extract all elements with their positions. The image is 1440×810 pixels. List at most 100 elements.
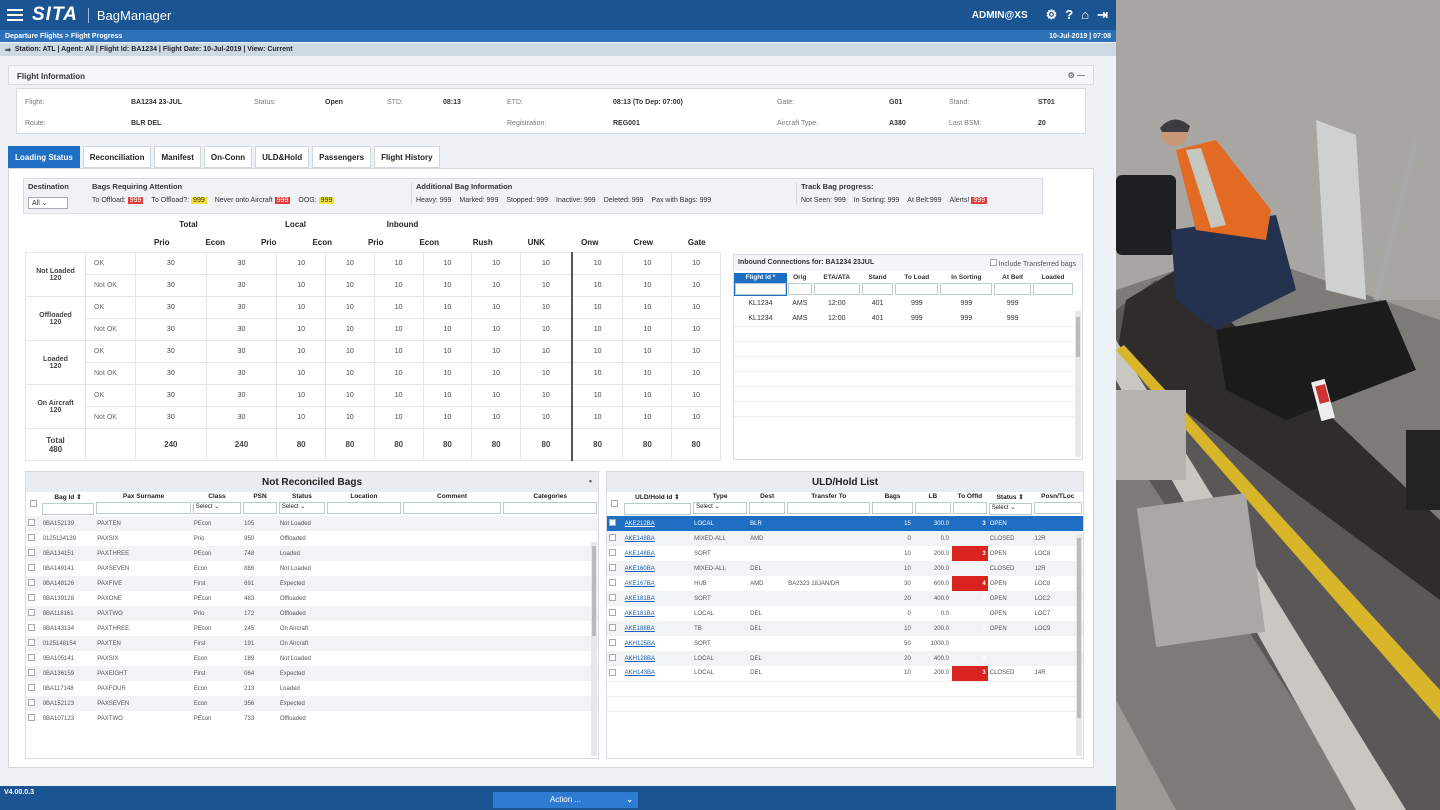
grid-cell[interactable]: 30 [205, 318, 278, 341]
grid-cell[interactable]: 10 [373, 252, 424, 275]
grid-cell[interactable]: 30 [135, 274, 207, 297]
track-alert[interactable]: Alerts! 999 [950, 197, 988, 204]
filter-input[interactable] [872, 502, 913, 514]
table-row[interactable]: 0BA134151 PAXTHREE PEcon 748 Loaded [26, 546, 598, 561]
filter-select[interactable]: Select ⌄ [988, 503, 1032, 515]
grid-cell[interactable]: 10 [373, 340, 424, 363]
grid-cell[interactable]: 10 [570, 274, 624, 297]
grid-cell[interactable]: 10 [471, 296, 522, 319]
uld-cell[interactable]: AKH143BA [623, 666, 692, 681]
table-row[interactable]: 0BA118161 PAXTWO Prio 172 Offloaded [26, 606, 598, 621]
filter-input[interactable] [327, 502, 401, 514]
uld-column-header[interactable]: Bags [871, 492, 914, 516]
nr-column-header[interactable]: Location [326, 492, 402, 516]
row-checkbox[interactable] [609, 534, 616, 541]
attention-item[interactable]: To Offload?: 999 [151, 197, 207, 204]
grid-cell[interactable]: 10 [520, 296, 573, 319]
grid-cell[interactable]: 30 [205, 274, 278, 297]
grid-cell[interactable]: 10 [471, 362, 522, 385]
grid-cell[interactable]: 10 [422, 384, 473, 407]
attention-item[interactable]: Never onto Aircraft 999 [215, 197, 291, 204]
table-row[interactable]: KL1234 AMS 12:00 401 999 999 999 [734, 296, 1074, 311]
grid-cell[interactable]: 10 [671, 340, 721, 363]
grid-cell[interactable]: 10 [570, 318, 624, 341]
table-row[interactable]: AKE148BA SORT 10 200.0 3 OPEN LOC8 [607, 546, 1083, 561]
table-row[interactable]: 0BA143134 PAXTHREE PEcon 245 On Aircraft [26, 621, 598, 636]
grid-cell[interactable]: 10 [671, 252, 721, 275]
row-checkbox[interactable] [28, 669, 35, 676]
grid-cell[interactable]: 10 [471, 406, 522, 429]
table-row[interactable]: 0BA107123 PAXTWO PEcon 733 Offloaded [26, 711, 598, 726]
uld-id-link[interactable]: AKE188BA [625, 626, 655, 632]
grid-cell[interactable]: 10 [325, 406, 375, 429]
grid-cell[interactable]: 10 [520, 340, 573, 363]
row-checkbox[interactable] [28, 654, 35, 661]
context-arrow-icon[interactable]: ⇒ [5, 46, 11, 54]
grid-cell[interactable]: 10 [622, 384, 673, 407]
uld-id-link[interactable]: AKE148BA [625, 551, 655, 557]
table-row[interactable]: AKE212BA LOCAL BLR 15 300.0 3 OPEN [607, 516, 1083, 531]
grid-cell[interactable]: 10 [373, 384, 424, 407]
inbound-column-header[interactable]: ETA/ATA [813, 273, 861, 296]
filter-input[interactable] [895, 283, 939, 295]
table-row[interactable]: 0BA139128 PAXONE PEcon 483 Offloaded [26, 591, 598, 606]
grid-cell[interactable]: 10 [520, 274, 573, 297]
table-row[interactable]: AKE148BA MIXED-ALL AMD 0 0.0 CLOSED 12R [607, 531, 1083, 546]
grid-cell[interactable]: 10 [422, 340, 473, 363]
filter-select[interactable]: Select ⌄ [278, 502, 326, 514]
grid-cell[interactable]: 10 [422, 362, 473, 385]
table-row[interactable]: 0BA148126 PAXFIVE First 691 Expected [26, 576, 598, 591]
filter-input[interactable] [914, 502, 951, 514]
uld-column-header[interactable]: Type Select ⌄ [692, 492, 748, 516]
uld-id-link[interactable]: AKE181BA [625, 596, 655, 602]
include-transferred-checkbox[interactable]: Include Transferred bags [989, 259, 1076, 268]
filter-input[interactable] [787, 502, 871, 514]
grid-cell[interactable]: 10 [622, 296, 673, 319]
select-all-checkbox[interactable] [29, 500, 37, 507]
grid-cell[interactable]: 10 [622, 274, 673, 297]
grid-cell[interactable]: 10 [325, 362, 375, 385]
grid-cell[interactable]: 10 [471, 274, 522, 297]
menu-icon[interactable] [0, 0, 30, 30]
track-item[interactable]: Not Seen: 999 [801, 197, 846, 204]
grid-cell[interactable]: 10 [325, 296, 375, 319]
filter-input[interactable] [402, 502, 502, 514]
filter-select[interactable]: Select ⌄ [192, 502, 242, 514]
filter-input[interactable] [1033, 502, 1082, 514]
grid-cell[interactable]: 10 [276, 384, 327, 407]
not-reconciled-scrollbar[interactable] [591, 542, 597, 756]
filter-input[interactable] [861, 283, 894, 295]
destination-select[interactable]: All ⌄ [28, 197, 68, 209]
grid-cell[interactable]: 10 [471, 318, 522, 341]
inbound-column-header[interactable]: Loaded [1032, 273, 1074, 296]
table-row[interactable]: AKH143BA LOCAL DEL 10 200.0 3 CLOSED 14R [607, 666, 1083, 681]
table-row[interactable]: 0BA117148 PAXFOUR Econ 213 Loaded [26, 681, 598, 696]
row-checkbox[interactable] [28, 639, 35, 646]
filter-input[interactable] [1032, 283, 1073, 295]
filter-input[interactable] [813, 283, 860, 295]
panel-menu-icon[interactable]: • [589, 476, 592, 486]
grid-cell[interactable]: 10 [520, 406, 573, 429]
filter-input[interactable] [952, 502, 987, 514]
grid-cell[interactable]: 10 [570, 252, 624, 275]
grid-cell[interactable]: 30 [135, 252, 207, 275]
table-row[interactable]: AKE188BA TB DEL 10 200.0 3 OPEN LOC9 [607, 621, 1083, 636]
grid-cell[interactable]: 10 [325, 274, 375, 297]
grid-cell[interactable]: 10 [671, 296, 721, 319]
grid-cell[interactable]: 10 [276, 318, 327, 341]
uld-cell[interactable]: AKE148BA [623, 546, 692, 561]
grid-cell[interactable]: 30 [135, 318, 207, 341]
filter-select[interactable]: Select ⌄ [693, 502, 748, 514]
grid-cell[interactable]: 10 [520, 252, 573, 275]
attention-item[interactable]: To Offload: 999 [92, 197, 144, 204]
uld-id-link[interactable]: AKE148BA [625, 536, 655, 542]
grid-cell[interactable]: 10 [570, 296, 624, 319]
grid-cell[interactable]: 10 [422, 274, 473, 297]
tab-flight-history[interactable]: Flight History [374, 146, 440, 168]
grid-cell[interactable]: 30 [205, 340, 278, 363]
inbound-column-header[interactable]: Stand [861, 273, 895, 296]
grid-cell[interactable]: 30 [135, 362, 207, 385]
uld-cell[interactable]: AKE181BA [622, 591, 693, 606]
grid-cell[interactable]: 10 [276, 362, 327, 385]
settings-icon[interactable]: ⚙ [1046, 7, 1058, 23]
